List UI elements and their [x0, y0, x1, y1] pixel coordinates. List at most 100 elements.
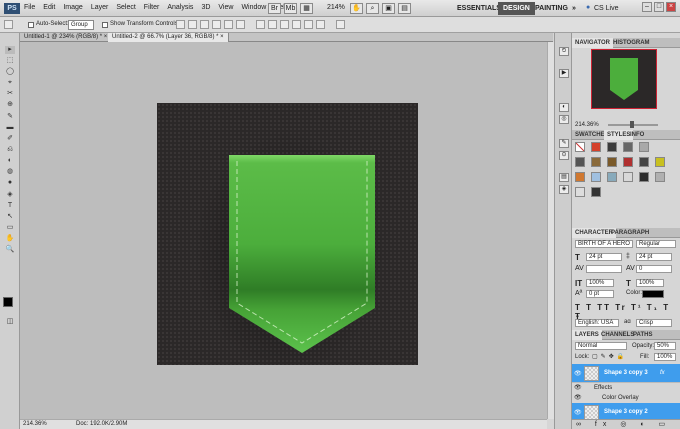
style-swatch[interactable] — [623, 172, 633, 182]
history-brush-tool-icon[interactable]: ⎌ — [5, 146, 15, 154]
visibility-eye-icon[interactable]: 👁 — [574, 383, 582, 393]
close-tab-icon[interactable]: × — [104, 34, 108, 40]
close-button[interactable]: × — [666, 2, 676, 12]
visibility-eye-icon[interactable]: 👁 — [574, 393, 582, 403]
baseline-shift-field[interactable]: 0 pt — [586, 290, 614, 298]
horizontal-scrollbar[interactable]: Doc: 192.0K/2.90M — [76, 419, 547, 429]
zoom-icon[interactable]: ⌕ — [366, 3, 379, 14]
opacity-field[interactable]: 50% — [654, 342, 676, 350]
tab-paths[interactable]: PATHS — [630, 330, 655, 340]
align-bottom-icon[interactable] — [200, 20, 209, 29]
navigator-preview[interactable] — [591, 49, 657, 109]
align-hcenter-icon[interactable] — [224, 20, 233, 29]
hand-tool-icon[interactable]: ✋ — [5, 235, 15, 243]
style-swatch[interactable] — [623, 157, 633, 167]
navigator-slider-thumb[interactable] — [630, 121, 634, 128]
auto-align-icon[interactable] — [336, 20, 345, 29]
font-style-dropdown[interactable]: Regular — [636, 240, 676, 248]
style-none[interactable] — [575, 142, 585, 152]
menu-select[interactable]: Select — [116, 4, 135, 11]
font-family-dropdown[interactable]: BIRTH OF A HERO — [575, 240, 633, 248]
lasso-tool-icon[interactable]: ◯ — [5, 68, 15, 76]
align-right-icon[interactable] — [236, 20, 245, 29]
tool-presets-icon[interactable]: ◈ — [559, 185, 569, 194]
menu-edit[interactable]: Edit — [43, 4, 55, 11]
style-swatch[interactable] — [639, 157, 649, 167]
document-canvas[interactable] — [157, 103, 418, 373]
bridge-icon[interactable]: Br — [268, 3, 281, 14]
menu-window[interactable]: Window — [241, 4, 266, 11]
tab-untitled-1[interactable]: Untitled-1 @ 234% (RGB/8) * × — [20, 33, 113, 42]
actions-icon[interactable]: ▶ — [559, 69, 569, 78]
distribute-right-icon[interactable] — [316, 20, 325, 29]
tab-untitled-2[interactable]: Untitled-2 @ 66.7% (Layer 36, RGB/8) * × — [108, 33, 229, 42]
shape-tool-icon[interactable]: ▭ — [5, 224, 15, 232]
fx-icon[interactable]: fx — [660, 370, 665, 376]
style-swatch[interactable] — [639, 172, 649, 182]
style-swatch[interactable] — [591, 157, 601, 167]
visibility-eye-icon[interactable]: 👁 — [574, 409, 582, 416]
menu-3d[interactable]: 3D — [201, 4, 210, 11]
history-icon[interactable]: ⏲ — [559, 47, 569, 56]
align-top-icon[interactable] — [176, 20, 185, 29]
minibridge-icon[interactable]: Mb — [284, 3, 297, 14]
adjustments-icon[interactable]: ◐ — [559, 103, 569, 112]
kerning-field[interactable] — [586, 265, 622, 273]
minimize-button[interactable]: – — [642, 2, 652, 12]
foreground-color-swatch[interactable] — [3, 297, 13, 307]
tab-paragraph[interactable]: PARAGRAPH — [608, 228, 652, 238]
layer-comps-icon[interactable]: ▤ — [559, 173, 569, 182]
vertical-scrollbar[interactable] — [547, 42, 554, 419]
layers-footer-buttons[interactable]: ∞ fx ◎ ◐ ▭ ▣ 🗑 — [572, 419, 680, 429]
leading-field[interactable]: 24 pt — [636, 253, 672, 261]
style-swatch[interactable] — [575, 187, 585, 197]
font-size-field[interactable]: 24 pt — [586, 253, 622, 261]
brush-tool-icon[interactable]: ▬ — [5, 124, 15, 132]
distribute-bottom-icon[interactable] — [280, 20, 289, 29]
style-swatch[interactable] — [607, 172, 617, 182]
dodge-tool-icon[interactable]: ● — [5, 179, 15, 187]
style-swatch[interactable] — [591, 187, 601, 197]
style-swatch[interactable] — [607, 142, 617, 152]
menu-image[interactable]: Image — [63, 4, 82, 11]
marquee-tool-icon[interactable]: ⬚ — [5, 57, 15, 65]
move-tool-icon[interactable] — [4, 20, 13, 29]
screen-mode-icon[interactable]: ▤ — [398, 3, 411, 14]
arrange-icon[interactable]: ▣ — [382, 3, 395, 14]
restore-button[interactable]: □ — [654, 2, 664, 12]
move-tool-icon[interactable]: ▸ — [5, 46, 15, 54]
zoom-level[interactable]: 214% — [327, 4, 345, 11]
navigator-zoom[interactable]: 214.36% — [575, 122, 599, 128]
pen-tool-icon[interactable]: ◈ — [5, 191, 15, 199]
crop-tool-icon[interactable]: ✂ — [5, 90, 15, 98]
menu-file[interactable]: File — [24, 4, 35, 11]
layer-shape-3-copy-3[interactable]: 👁 Shape 3 copy 3 fx — [572, 364, 680, 383]
style-swatch[interactable] — [575, 172, 585, 182]
style-swatch[interactable] — [639, 142, 649, 152]
style-swatch[interactable] — [623, 142, 633, 152]
style-swatch[interactable] — [655, 172, 665, 182]
style-swatch[interactable] — [575, 157, 585, 167]
visibility-eye-icon[interactable]: 👁 — [574, 370, 582, 377]
workspace-more[interactable]: » — [567, 2, 581, 15]
tab-info[interactable]: INFO — [627, 130, 647, 140]
style-swatch[interactable] — [655, 157, 665, 167]
distribute-top-icon[interactable] — [256, 20, 265, 29]
quick-select-tool-icon[interactable]: ⌖ — [5, 79, 15, 87]
vertical-scale-field[interactable]: 100% — [586, 279, 614, 287]
text-style-buttons[interactable]: T T TT Tr T¹ T₁ T Ŧ — [575, 303, 675, 321]
menu-layer[interactable]: Layer — [91, 4, 109, 11]
style-swatch[interactable] — [591, 172, 601, 182]
distribute-vcenter-icon[interactable] — [268, 20, 277, 29]
text-color-swatch[interactable] — [642, 290, 664, 298]
auto-select-dropdown[interactable]: Group — [68, 20, 94, 30]
menu-view[interactable]: View — [218, 4, 233, 11]
lock-icons[interactable]: ▢✎✥🔒 — [592, 353, 627, 360]
style-swatch[interactable] — [591, 142, 601, 152]
type-tool-icon[interactable]: T — [5, 202, 15, 210]
blend-mode-dropdown[interactable]: Normal — [575, 342, 627, 350]
cs-live-button[interactable]: CS Live — [594, 2, 619, 15]
document-size[interactable]: Doc: 192.0K/2.90M — [76, 421, 127, 427]
align-left-icon[interactable] — [212, 20, 221, 29]
guides-icon[interactable]: ▦ — [300, 3, 313, 14]
